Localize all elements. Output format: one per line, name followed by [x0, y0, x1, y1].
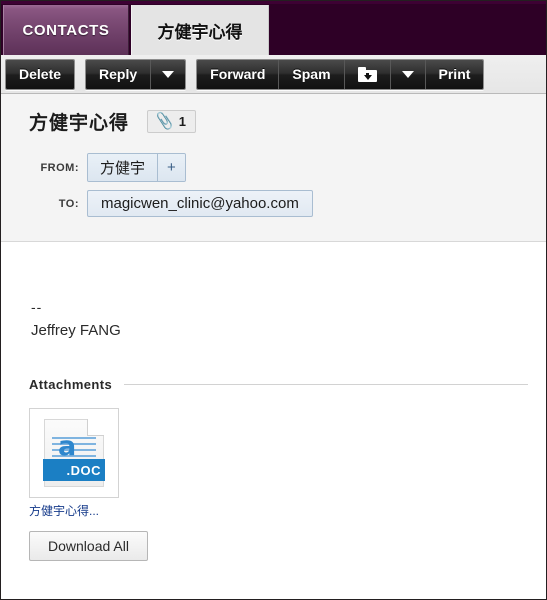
- print-button-label: Print: [438, 66, 471, 82]
- reply-button-label: Reply: [99, 66, 138, 82]
- download-all-button[interactable]: Download All: [29, 531, 148, 561]
- attachments-list: a .DOC 方健宇心得...: [29, 408, 546, 519]
- spam-button[interactable]: Spam: [279, 59, 345, 89]
- attachments-title: Attachments: [29, 377, 113, 392]
- message-toolbar: Delete Reply Forward Spam Print: [1, 55, 546, 94]
- attachment-count: 1: [178, 114, 186, 129]
- folder-move-icon: [357, 66, 377, 82]
- attachment-count-badge[interactable]: 📎 1: [147, 110, 196, 133]
- tab-message-label: 方健宇心得: [157, 22, 243, 42]
- delete-button-label: Delete: [19, 66, 62, 82]
- spam-button-label: Spam: [292, 66, 331, 82]
- message-header: 方健宇心得 📎 1 FROM: 方健宇 + TO: magicwen_clini…: [1, 94, 546, 242]
- move-to-folder-button[interactable]: [344, 59, 391, 89]
- attachments-header: Attachments: [29, 377, 546, 392]
- message-body: -- Jeffrey FANG: [1, 242, 546, 339]
- print-button[interactable]: Print: [425, 59, 484, 89]
- attachment-item[interactable]: a .DOC 方健宇心得...: [29, 408, 123, 519]
- chevron-down-icon: [401, 70, 414, 78]
- signature-name: Jeffrey FANG: [31, 322, 121, 339]
- reply-button[interactable]: Reply: [86, 59, 152, 89]
- to-label: TO:: [58, 197, 79, 210]
- delete-button[interactable]: Delete: [6, 59, 75, 89]
- to-recipient[interactable]: magicwen_clinic@yahoo.com: [87, 190, 313, 217]
- forward-button[interactable]: Forward: [197, 59, 280, 89]
- tab-contacts-label: CONTACTS: [22, 21, 110, 39]
- attachment-type-label: .DOC: [43, 459, 105, 481]
- reply-button-group: Reply: [85, 58, 187, 90]
- to-row: TO: magicwen_clinic@yahoo.com: [1, 190, 546, 217]
- tab-contacts[interactable]: CONTACTS: [3, 5, 129, 55]
- from-row: FROM: 方健宇 +: [1, 153, 546, 182]
- message-subject: 方健宇心得: [29, 113, 130, 134]
- move-dropdown-button[interactable]: [390, 59, 426, 89]
- paperclip-icon: 📎: [153, 111, 175, 132]
- mail-message-window: CONTACTS 方健宇心得 Delete Reply Forward Spam…: [0, 0, 547, 600]
- attachments-section: Attachments a .DOC 方健宇心得... Download All: [1, 339, 546, 561]
- reply-dropdown-button[interactable]: [151, 59, 186, 89]
- tab-bar: CONTACTS 方健宇心得: [1, 1, 546, 55]
- attachments-divider: [124, 384, 528, 385]
- signature-separator: --: [31, 299, 43, 315]
- tab-message[interactable]: 方健宇心得: [131, 5, 269, 55]
- from-label: FROM:: [40, 161, 79, 174]
- chevron-down-icon: [162, 70, 175, 78]
- attachment-filename[interactable]: 方健宇心得...: [29, 502, 123, 519]
- forward-button-label: Forward: [210, 66, 266, 82]
- delete-button-group: Delete: [5, 58, 76, 90]
- from-sender-chip[interactable]: 方健宇: [88, 154, 159, 181]
- actions-button-group: Forward Spam Print: [196, 58, 485, 90]
- doc-file-icon: a .DOC: [43, 419, 105, 487]
- attachment-thumbnail[interactable]: a .DOC: [29, 408, 119, 498]
- from-sender-chip-group: 方健宇 +: [87, 153, 186, 182]
- subject-row: 方健宇心得 📎 1: [1, 108, 546, 135]
- add-contact-button[interactable]: +: [158, 154, 185, 181]
